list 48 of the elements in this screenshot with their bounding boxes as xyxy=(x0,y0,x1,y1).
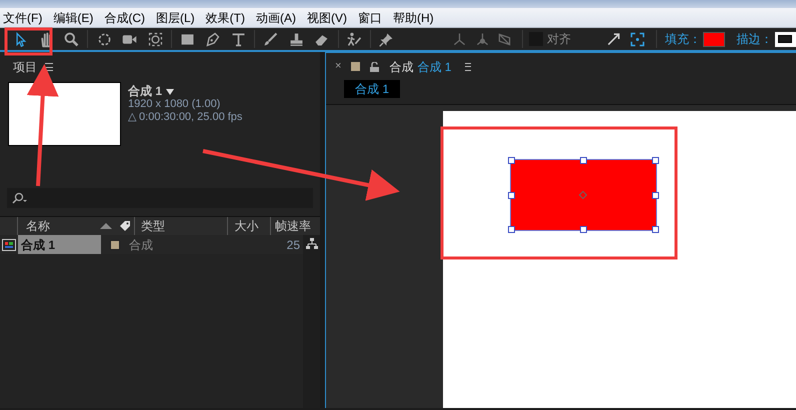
panel-title[interactable]: 项目 xyxy=(13,58,37,76)
menu-item[interactable]: 合成(C) xyxy=(101,8,148,26)
search-icon[interactable] xyxy=(63,30,80,48)
composition-name[interactable]: 合成 1 xyxy=(128,85,162,98)
search-icon[interactable] xyxy=(11,192,29,204)
menu-item[interactable]: 编辑(E) xyxy=(50,8,96,26)
search-field[interactable] xyxy=(7,188,313,208)
brush-icon[interactable] xyxy=(262,30,280,48)
sort-arrow-icon[interactable] xyxy=(100,223,112,229)
label-swatch[interactable] xyxy=(351,62,360,71)
roto-brush-icon[interactable] xyxy=(346,30,363,48)
stroke-label: 描边： xyxy=(736,31,773,48)
menu-item[interactable]: 效果(T) xyxy=(202,8,248,26)
composition-duration: △ 0:00:30:00, 25.00 fps xyxy=(128,111,242,124)
stroke-swatch[interactable] xyxy=(774,32,796,46)
menu-item[interactable]: 图层(L) xyxy=(153,8,198,26)
menu-item[interactable]: 文件(F) xyxy=(0,8,46,26)
fill-swatch[interactable] xyxy=(702,32,725,46)
dropdown-caret-icon[interactable] xyxy=(166,88,174,94)
table-cell-text: 合成 xyxy=(129,236,154,254)
menu-icon[interactable] xyxy=(45,63,53,71)
focus-frame-icon[interactable] xyxy=(628,30,646,48)
column-header[interactable]: 名称 xyxy=(26,217,50,235)
menu-item[interactable]: 动画(A) xyxy=(253,8,299,26)
stamp-icon[interactable] xyxy=(288,30,305,48)
column-header[interactable]: 大小 xyxy=(234,217,258,235)
pan-behind-icon[interactable] xyxy=(146,30,164,48)
column-header[interactable]: 类型 xyxy=(140,217,165,235)
breadcrumb-tab[interactable]: 合成 1 xyxy=(344,80,400,98)
annotation-box xyxy=(4,28,52,56)
table-cell[interactable]: 合成 1 xyxy=(18,235,101,254)
close-button[interactable]: × xyxy=(335,58,342,75)
fill-label: 填充： xyxy=(664,31,701,48)
menu-icon[interactable] xyxy=(465,62,472,70)
composition-size: 1920 x 1080 (1.00) xyxy=(128,98,222,111)
pen-icon[interactable] xyxy=(204,30,222,48)
snap-label: 对齐 xyxy=(546,31,571,48)
menu-item[interactable]: 窗口 xyxy=(355,8,385,26)
label-swatch[interactable] xyxy=(110,240,120,250)
text-icon[interactable] xyxy=(230,30,247,48)
column-header[interactable]: 帧速率 xyxy=(274,217,311,235)
table-cell-text: 25 xyxy=(286,236,300,254)
rotate-icon[interactable] xyxy=(96,30,113,48)
menu-item[interactable]: 视图(V) xyxy=(304,8,350,26)
panel-title: 合成 xyxy=(389,58,414,76)
menu-item[interactable]: 帮助(H) xyxy=(390,8,437,26)
composition-tab[interactable]: 合成 1 xyxy=(417,58,452,76)
lock-icon[interactable] xyxy=(370,62,380,72)
